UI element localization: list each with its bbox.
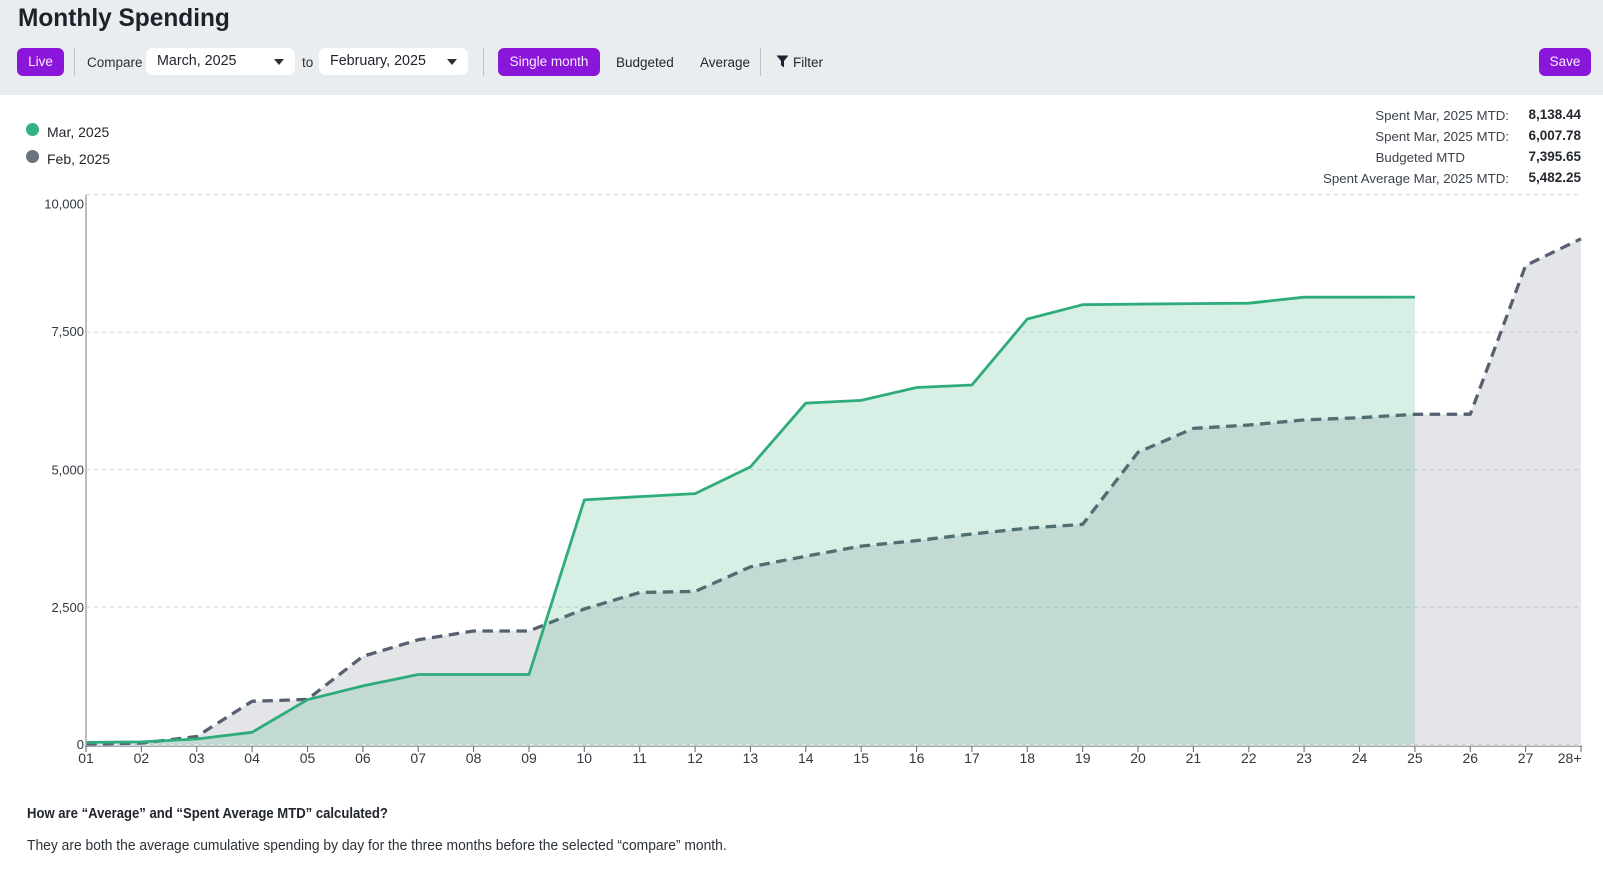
svg-text:17: 17 — [964, 750, 980, 766]
svg-text:14: 14 — [798, 750, 814, 766]
svg-text:06: 06 — [355, 750, 371, 766]
svg-text:15: 15 — [853, 750, 869, 766]
svg-text:10,000: 10,000 — [44, 196, 84, 211]
svg-text:16: 16 — [909, 750, 925, 766]
svg-text:20: 20 — [1130, 750, 1146, 766]
svg-text:01: 01 — [78, 750, 94, 766]
svg-text:25: 25 — [1407, 750, 1423, 766]
svg-text:21: 21 — [1186, 750, 1202, 766]
svg-text:2,500: 2,500 — [51, 600, 84, 615]
svg-text:02: 02 — [134, 750, 150, 766]
svg-text:05: 05 — [300, 750, 316, 766]
svg-text:11: 11 — [632, 750, 647, 766]
svg-text:07: 07 — [410, 750, 426, 766]
svg-text:27: 27 — [1518, 750, 1534, 766]
svg-text:5,000: 5,000 — [51, 463, 84, 478]
svg-text:26: 26 — [1463, 750, 1479, 766]
svg-text:04: 04 — [244, 750, 260, 766]
svg-text:23: 23 — [1296, 750, 1312, 766]
svg-text:12: 12 — [687, 750, 703, 766]
svg-text:18: 18 — [1020, 750, 1036, 766]
svg-text:03: 03 — [189, 750, 205, 766]
svg-text:10: 10 — [577, 750, 593, 766]
svg-text:08: 08 — [466, 750, 482, 766]
svg-text:7,500: 7,500 — [51, 324, 84, 339]
svg-text:13: 13 — [743, 750, 759, 766]
svg-text:09: 09 — [521, 750, 537, 766]
svg-text:19: 19 — [1075, 750, 1091, 766]
svg-text:22: 22 — [1241, 750, 1257, 766]
svg-text:28+: 28+ — [1558, 750, 1582, 766]
svg-text:24: 24 — [1352, 750, 1368, 766]
